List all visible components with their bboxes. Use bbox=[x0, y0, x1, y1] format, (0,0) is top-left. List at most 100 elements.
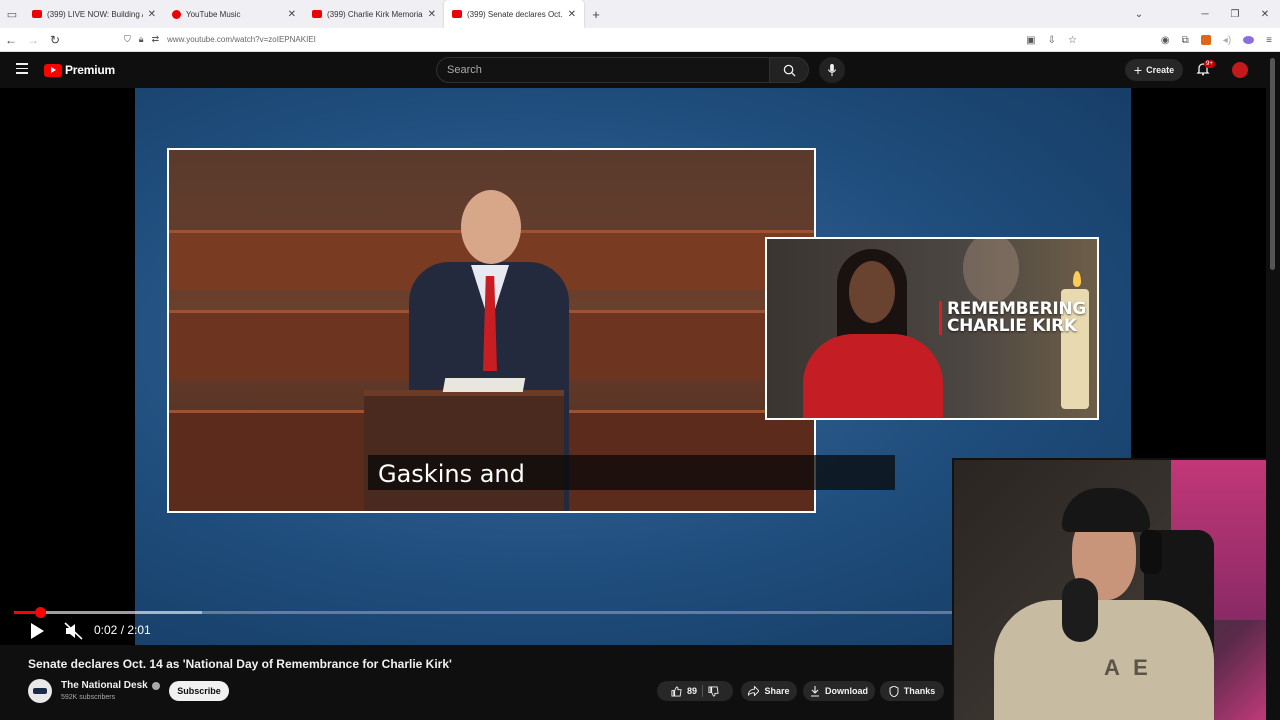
browser-tab[interactable]: (399) LIVE NOW: Building A Leg ✕ bbox=[24, 0, 164, 28]
tab-close-icon[interactable]: ✕ bbox=[148, 9, 156, 20]
channel-name-link[interactable]: The National Desk bbox=[61, 680, 160, 691]
forward-icon[interactable]: → bbox=[22, 33, 44, 47]
browser-tab[interactable]: (399) Charlie Kirk Memorial Serv ✕ bbox=[304, 0, 444, 28]
like-button[interactable]: 89 bbox=[671, 685, 697, 697]
share-button[interactable]: Share bbox=[741, 681, 797, 701]
caption-text: Gaskins and bbox=[378, 460, 525, 488]
tab-title: (399) Charlie Kirk Memorial Serv bbox=[327, 9, 423, 19]
bookmark-star-icon[interactable]: ☆ bbox=[1068, 35, 1077, 46]
tab-title: (399) Senate declares Oct. 14 as bbox=[467, 9, 563, 19]
restore-icon[interactable]: ❐ bbox=[1220, 9, 1250, 20]
metamask-fox-icon[interactable] bbox=[1200, 35, 1211, 45]
share-icon bbox=[748, 686, 760, 696]
search-icon bbox=[783, 64, 796, 77]
streamer-cap bbox=[1062, 488, 1150, 532]
microphone bbox=[1062, 578, 1098, 642]
toolbar-icons: ▣ ⇩ ☆ ◉ ⧉ ◂) ≡ bbox=[1026, 28, 1272, 52]
divider bbox=[702, 685, 703, 697]
tab-list-icon[interactable]: ▭ bbox=[0, 0, 24, 28]
tab-overflow-chevron-icon[interactable]: ⌄ bbox=[1124, 9, 1154, 20]
anchor-face bbox=[849, 261, 895, 323]
youtube-favicon-icon bbox=[32, 10, 42, 18]
window-controls: ⌄ ─ ❐ ✕ bbox=[1124, 0, 1280, 28]
youtube-header: Premium + Create 9+ bbox=[0, 52, 1280, 88]
thanks-icon bbox=[889, 685, 899, 697]
back-icon[interactable]: ← bbox=[0, 33, 22, 47]
new-tab-icon[interactable]: + bbox=[584, 7, 608, 22]
webcam-overlay: A E bbox=[952, 458, 1266, 720]
tab-title: (399) LIVE NOW: Building A Leg bbox=[47, 9, 143, 19]
paper bbox=[442, 378, 526, 392]
subscribe-button[interactable]: Subscribe bbox=[169, 681, 229, 701]
download-icon bbox=[811, 685, 819, 697]
thumbs-down-icon[interactable] bbox=[708, 685, 719, 697]
search-box bbox=[436, 57, 770, 83]
muted-volume-icon[interactable] bbox=[64, 622, 84, 640]
browser-tab-bar: ▭ (399) LIVE NOW: Building A Leg ✕ YouTu… bbox=[0, 0, 1280, 28]
create-button[interactable]: + Create bbox=[1125, 59, 1183, 81]
overlay-line-2: CHARLIE KIRK bbox=[947, 316, 1077, 336]
video-title: Senate declares Oct. 14 as 'National Day… bbox=[28, 657, 452, 671]
share-label: Share bbox=[764, 686, 790, 696]
permissions-icon: ⇄ bbox=[151, 34, 160, 44]
tab-title: YouTube Music bbox=[186, 9, 241, 19]
url-text: www.youtube.com/watch?v=zoIEPNAKIEI bbox=[167, 35, 316, 44]
shield-icon: ⛉ bbox=[124, 34, 131, 44]
address-field[interactable]: ⛉ 🔒︎ ⇄ www.youtube.com/watch?v=zoIEPNAKI… bbox=[124, 34, 316, 45]
shirt-print: A E bbox=[1104, 655, 1152, 680]
play-icon[interactable] bbox=[28, 622, 46, 640]
extension-purple-icon[interactable] bbox=[1243, 36, 1255, 44]
page-scrollbar[interactable] bbox=[1266, 52, 1280, 720]
thanks-button[interactable]: Thanks bbox=[880, 681, 944, 701]
anchor-body bbox=[803, 334, 943, 418]
time-display: 0:02 / 2:01 bbox=[94, 623, 151, 637]
minimize-icon[interactable]: ─ bbox=[1190, 9, 1220, 20]
reload-icon[interactable]: ↻ bbox=[44, 33, 66, 47]
extensions-icon[interactable]: ⧉ bbox=[1182, 35, 1189, 46]
account-icon[interactable]: ◉ bbox=[1161, 35, 1170, 46]
search-button[interactable] bbox=[769, 57, 809, 83]
youtube-favicon-icon bbox=[452, 10, 462, 18]
thanks-label: Thanks bbox=[903, 686, 936, 696]
like-count: 89 bbox=[686, 686, 697, 696]
browser-tab-active[interactable]: (399) Senate declares Oct. 14 as ✕ bbox=[444, 0, 584, 28]
guide-menu-icon[interactable] bbox=[16, 63, 28, 74]
news-anchor-clip: REMEMBERING CHARLIE KIRK bbox=[765, 237, 1099, 420]
channel-avatar[interactable] bbox=[28, 679, 52, 703]
youtube-premium-logo[interactable]: Premium bbox=[44, 63, 115, 77]
plus-icon: + bbox=[1133, 62, 1143, 78]
voice-search-button[interactable] bbox=[819, 57, 845, 83]
tab-close-icon[interactable]: ✕ bbox=[288, 9, 296, 20]
notification-badge: 9+ bbox=[1204, 60, 1215, 68]
remembering-overlay: REMEMBERING CHARLIE KIRK bbox=[939, 301, 1086, 335]
picture-icon[interactable]: ▣ bbox=[1026, 35, 1035, 46]
browser-tab[interactable]: YouTube Music ✕ bbox=[164, 0, 304, 28]
window-close-icon[interactable]: ✕ bbox=[1250, 9, 1280, 20]
user-avatar[interactable] bbox=[1232, 62, 1248, 78]
menu-icon[interactable]: ≡ bbox=[1266, 35, 1272, 46]
like-dislike-group: 89 bbox=[657, 681, 733, 701]
microphone-icon bbox=[827, 63, 837, 76]
download-label: Download bbox=[825, 686, 868, 696]
channel-name: The National Desk bbox=[61, 680, 148, 691]
youtube-favicon-icon bbox=[312, 10, 322, 18]
tab-close-icon[interactable]: ✕ bbox=[428, 9, 436, 20]
search-input[interactable] bbox=[447, 64, 769, 76]
download-button[interactable]: Download bbox=[803, 681, 875, 701]
progress-bar[interactable] bbox=[14, 607, 954, 618]
thumbs-up-icon bbox=[671, 685, 682, 697]
tab-close-icon[interactable]: ✕ bbox=[568, 9, 576, 20]
background-portrait bbox=[963, 239, 1019, 303]
podium bbox=[364, 390, 564, 511]
lock-icon: 🔒︎ bbox=[138, 34, 144, 44]
scrollbar-thumb[interactable] bbox=[1270, 58, 1275, 270]
speaker-icon[interactable]: ◂) bbox=[1223, 35, 1231, 46]
verified-check-icon bbox=[151, 681, 160, 690]
closed-caption: Gaskins and bbox=[368, 455, 895, 490]
headset bbox=[1140, 530, 1162, 574]
logo-text: Premium bbox=[65, 63, 115, 77]
candle-flame bbox=[1073, 271, 1081, 287]
create-label: Create bbox=[1146, 65, 1175, 75]
download-page-icon[interactable]: ⇩ bbox=[1048, 35, 1056, 46]
youtube-music-favicon-icon bbox=[172, 9, 181, 19]
